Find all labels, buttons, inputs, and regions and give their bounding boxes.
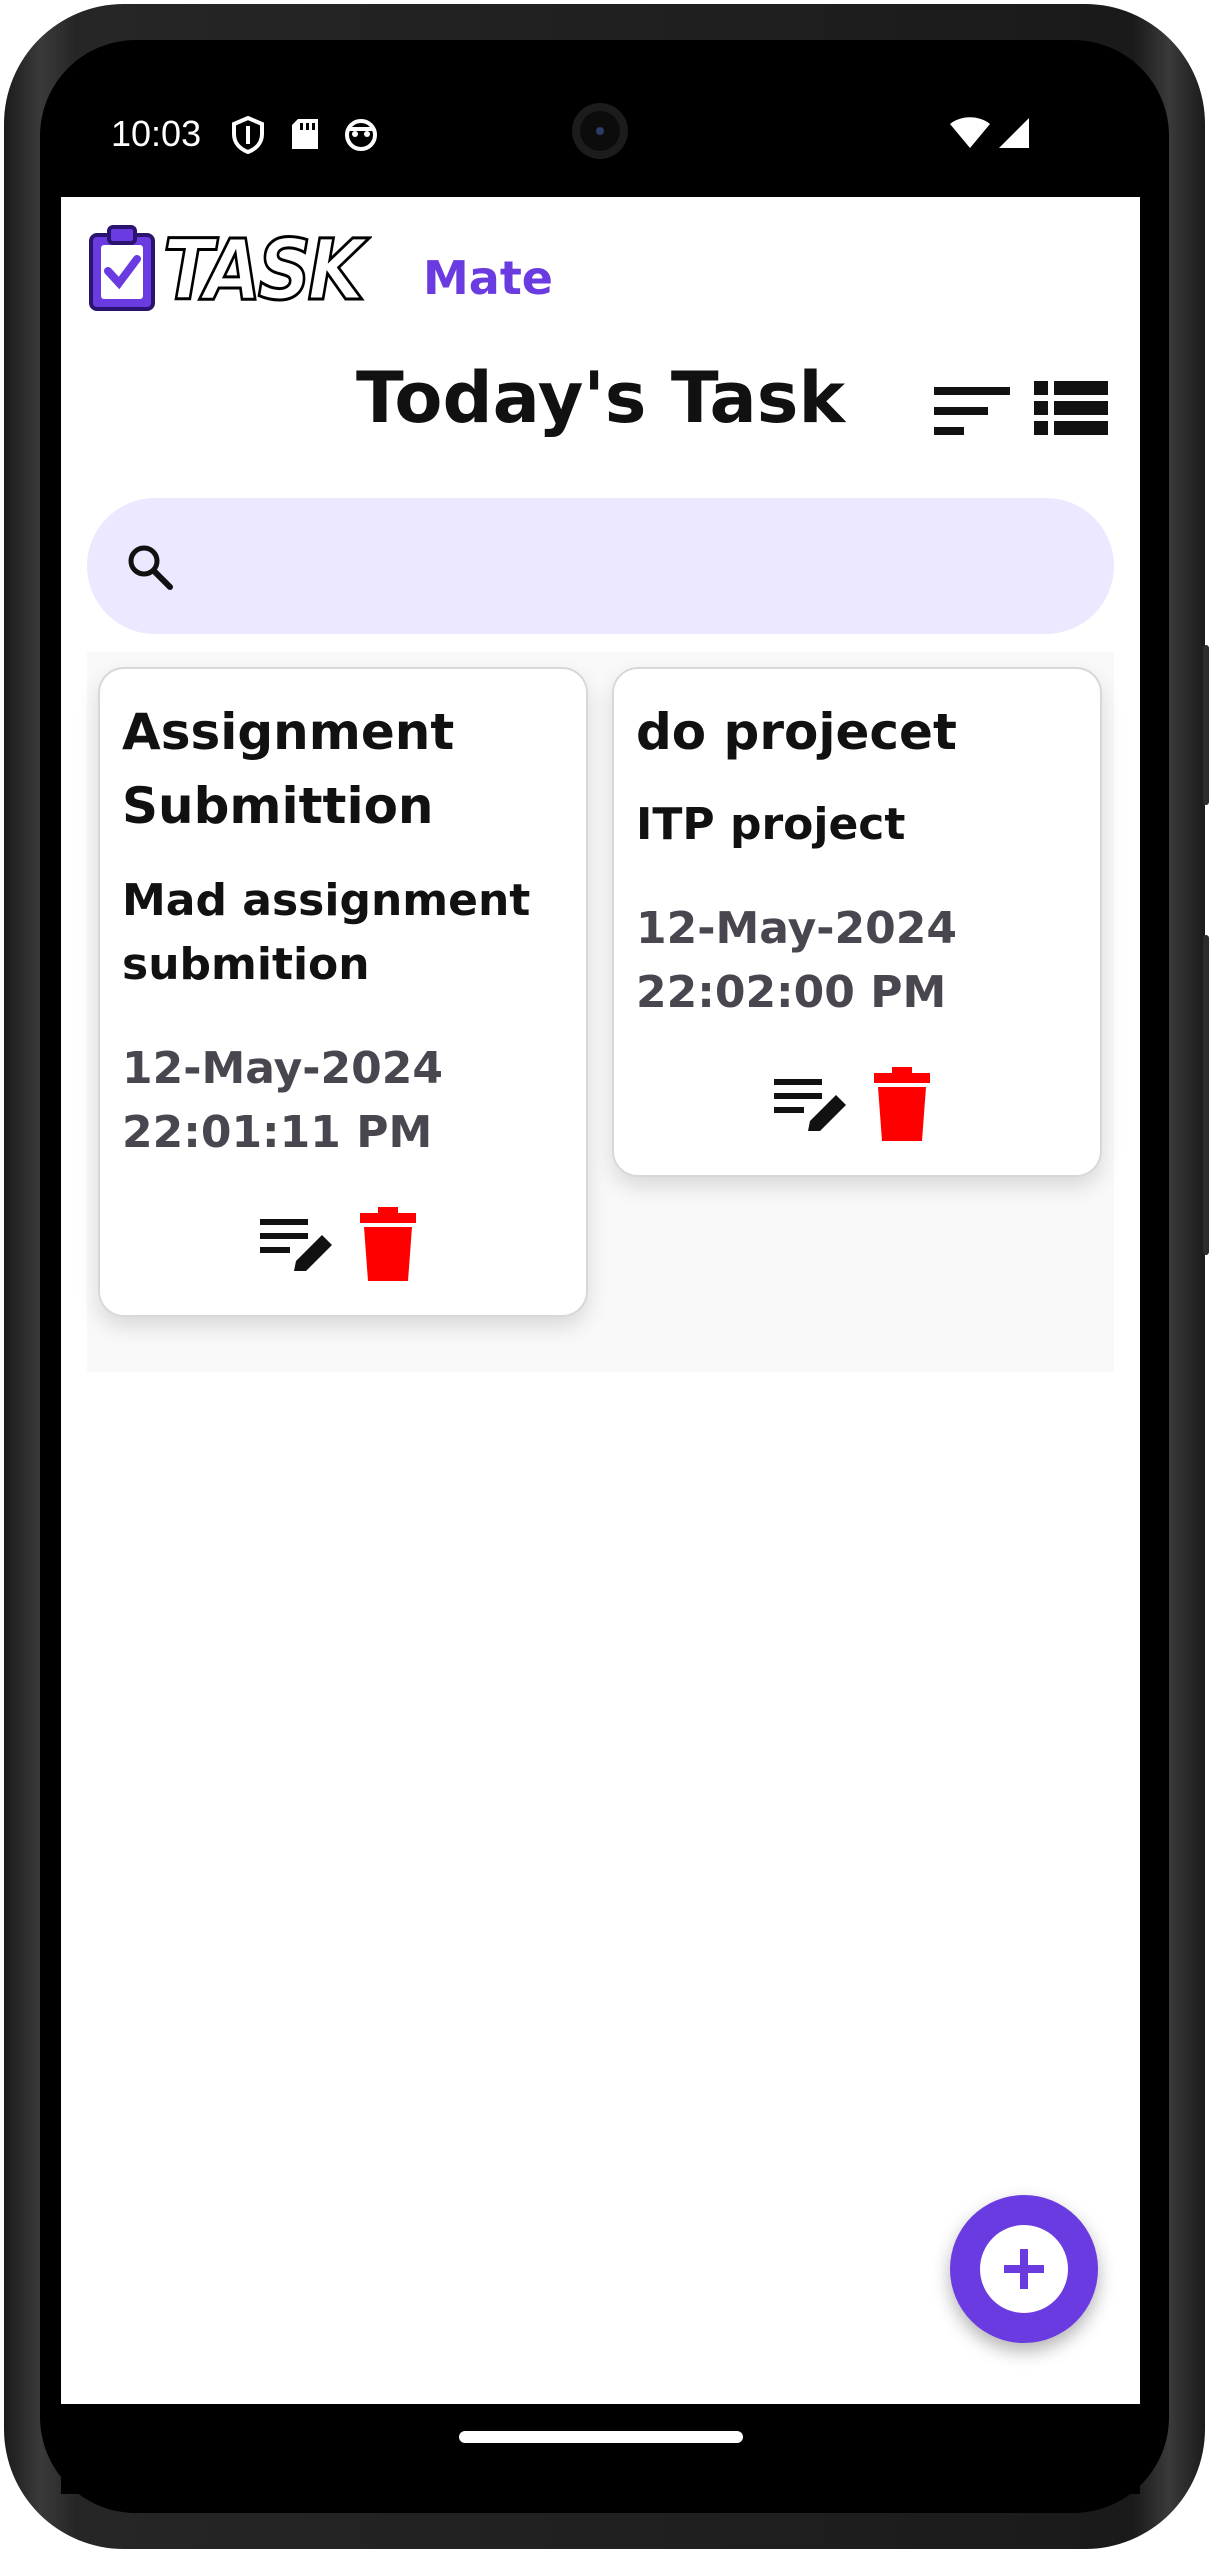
task-title: do projecet bbox=[636, 703, 957, 761]
task-description: Mad assignment submition bbox=[122, 875, 531, 990]
add-task-button[interactable] bbox=[950, 2195, 1098, 2343]
volume-button bbox=[1203, 645, 1209, 805]
task-time: 22:02:00 PM bbox=[636, 967, 947, 1018]
search-input[interactable] bbox=[187, 526, 1071, 608]
shield-icon bbox=[232, 116, 264, 154]
edit-icon[interactable] bbox=[260, 1213, 334, 1279]
logo-text: TASK bbox=[162, 220, 367, 321]
wifi-icon bbox=[950, 117, 990, 148]
task-title: Assignment Submittion bbox=[122, 703, 455, 835]
signal-icon bbox=[999, 118, 1029, 148]
android-icon bbox=[345, 119, 377, 151]
plus-icon bbox=[1004, 2249, 1044, 2289]
search-icon bbox=[128, 545, 173, 590]
delete-icon[interactable] bbox=[874, 1067, 930, 1141]
navigation-bar bbox=[61, 2404, 1140, 2494]
power-button bbox=[1203, 935, 1209, 1255]
edit-icon[interactable] bbox=[774, 1073, 848, 1139]
task-card[interactable]: Assignment Submittion Mad assignment sub… bbox=[98, 667, 588, 1317]
home-handle[interactable] bbox=[459, 2431, 743, 2443]
app-screen: TASK Mate Today's Task Assignment Submit… bbox=[61, 197, 1140, 2404]
task-date: 12-May-2024 bbox=[636, 903, 958, 954]
task-date: 12-May-2024 bbox=[122, 1043, 444, 1094]
delete-icon[interactable] bbox=[360, 1207, 416, 1281]
status-time: 10:03 bbox=[111, 113, 202, 154]
search-bar[interactable] bbox=[87, 498, 1114, 634]
sd-card-icon bbox=[292, 119, 318, 149]
task-description: ITP project bbox=[636, 799, 906, 850]
front-camera bbox=[572, 103, 628, 159]
clipboard-check-icon bbox=[89, 225, 155, 311]
app-logo: TASK Mate bbox=[87, 220, 553, 321]
task-time: 22:01:11 PM bbox=[122, 1107, 433, 1158]
list-view-icon[interactable] bbox=[1034, 379, 1108, 439]
task-card[interactable]: do projecet ITP project 12-May-2024 22:0… bbox=[612, 667, 1102, 1177]
logo-suffix: Mate bbox=[423, 251, 554, 305]
sort-icon[interactable] bbox=[934, 383, 1010, 439]
